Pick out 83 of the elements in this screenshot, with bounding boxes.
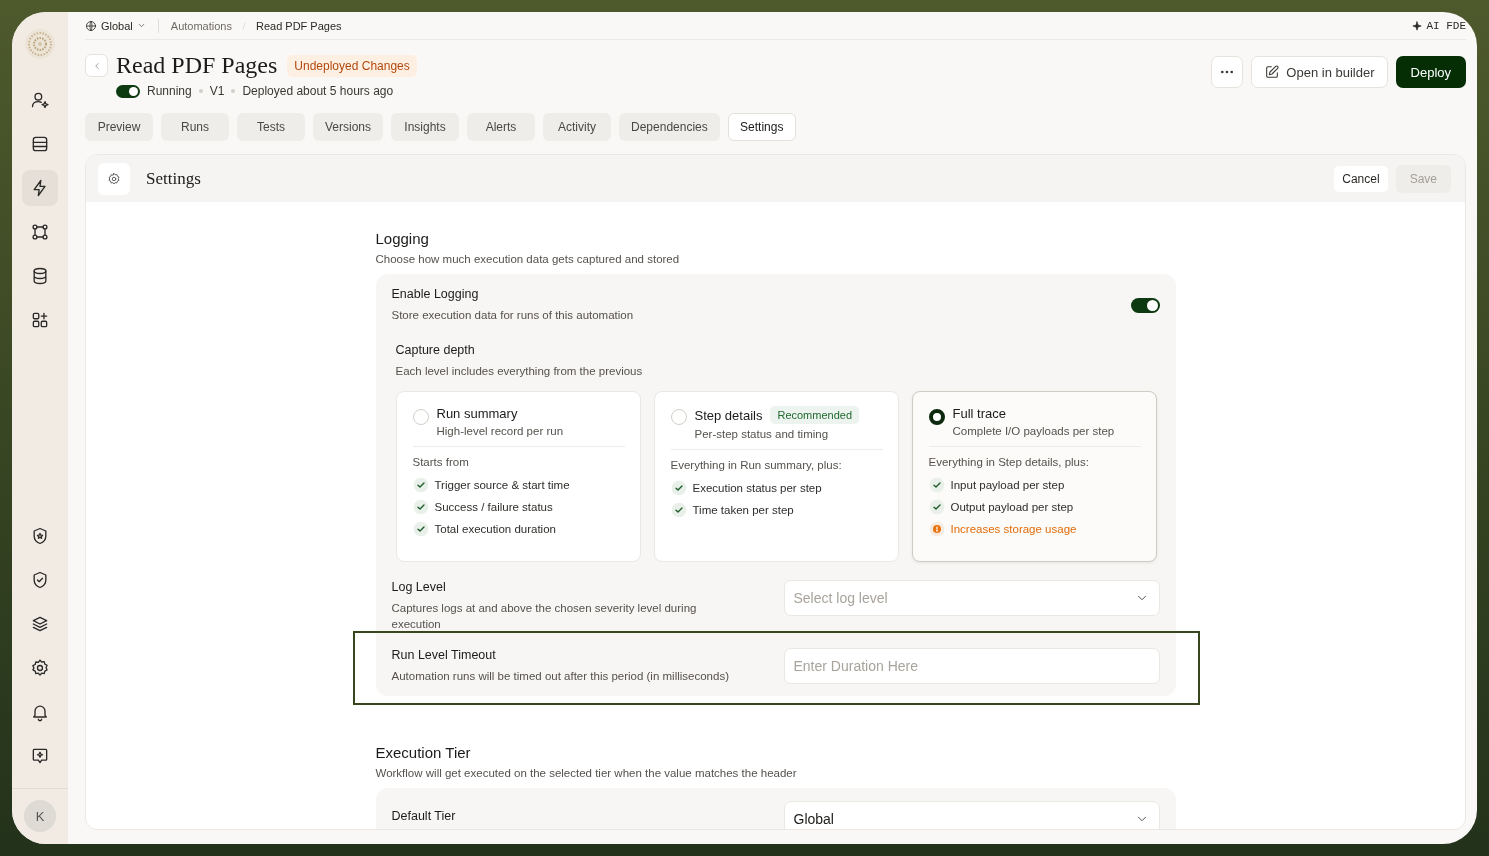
deploy-button[interactable]: Deploy [1395, 56, 1466, 88]
running-toggle[interactable] [116, 84, 140, 98]
logging-toggle[interactable] [1130, 297, 1160, 313]
apps-icon [30, 310, 50, 330]
tab[interactable]: Dependencies [619, 113, 720, 141]
option-title: Full trace [952, 406, 1006, 421]
option-title: Run summary [436, 406, 518, 421]
recommended-badge: Recommended [770, 406, 860, 424]
check-icon [412, 477, 429, 493]
nodes-icon [30, 222, 50, 242]
chat-sparkle-icon [30, 746, 50, 766]
user-avatar[interactable]: K [24, 800, 56, 832]
settings-icon [30, 658, 50, 678]
field-description: Store execution data for runs of this automation [391, 308, 634, 323]
sparkle-icon [1412, 20, 1423, 31]
status-text: Running [147, 84, 192, 98]
option-intro: Everything in Run summary, plus: [670, 459, 843, 471]
option-feature: Increases storage usage [950, 523, 1077, 535]
select-field[interactable]: Global [783, 801, 1160, 829]
option-card[interactable]: Step details Recommended Per-step status and timing Everything in Run summary, plus: Execution status per step Time taken per step [653, 391, 899, 562]
ai-button[interactable]: AI FDE [1412, 19, 1466, 32]
field-label: Run Level Timeout [391, 648, 497, 662]
user-sparkle-icon [30, 90, 50, 110]
radio-button[interactable] [928, 409, 945, 425]
tab[interactable]: Preview [85, 113, 153, 141]
layers-icon [30, 614, 50, 634]
chevron-down-icon [136, 21, 146, 30]
tab[interactable]: Alerts [467, 113, 536, 141]
tab[interactable]: Insights [391, 113, 460, 141]
option-subtitle: Per-step status and timing [694, 428, 830, 440]
option-feature: Total execution duration [434, 523, 556, 535]
deployed-text: Deployed about 5 hours ago [242, 84, 394, 98]
check-icon [412, 521, 429, 537]
tab[interactable]: Settings [727, 113, 796, 141]
option-card[interactable]: Full trace Complete I/O payloads per step Everything in Step details, plus: Input payload per step Output payload per step Increases storage usage [911, 391, 1157, 562]
field-label: Capture depth [395, 343, 476, 357]
option-title: Step details [694, 407, 763, 423]
breadcrumb-link[interactable]: Automations [170, 19, 232, 32]
check-icon [928, 477, 945, 493]
option-subtitle: High-level record per run [436, 425, 564, 437]
settings-icon [107, 171, 121, 186]
section-title: Logging [375, 230, 430, 247]
field-label: Enable Logging [391, 287, 480, 301]
panel-title: Settings [146, 168, 201, 189]
option-card[interactable]: Run summary High-level record per run Starts from Trigger source & start time Success / failure status Total execution duration [395, 391, 641, 562]
option-subtitle: Complete I/O payloads per step [952, 425, 1115, 437]
field-label: Log Level [391, 580, 447, 594]
section-description: Choose how much execution data gets captured and stored [375, 253, 681, 265]
field-description: Automation runs will be timed out after this period (in milliseconds) [391, 669, 729, 684]
warning-icon [928, 521, 945, 537]
page-title: Read PDF Pages [116, 52, 278, 79]
field-description: Each level includes everything from the previous [395, 364, 644, 379]
option-intro: Starts from [412, 456, 470, 468]
check-icon [670, 502, 687, 518]
section-description: Workflow will get executed on the selected tier when the value matches the header [375, 767, 798, 779]
globe-icon [85, 19, 97, 32]
option-feature: Trigger source & start time [434, 479, 570, 491]
input-field[interactable]: Enter Duration Here [783, 648, 1160, 684]
workspace-selector[interactable]: Global [85, 19, 146, 32]
check-icon [670, 480, 687, 496]
card-icon [30, 134, 50, 154]
option-feature: Time taken per step [692, 504, 794, 516]
open-builder-button[interactable]: Open in builder [1251, 56, 1388, 88]
section-title: Execution Tier [375, 744, 472, 761]
status-badge: Undeployed Changes [287, 54, 417, 77]
nav-item[interactable] [22, 170, 58, 206]
breadcrumb-link[interactable]: Read PDF Pages [255, 19, 342, 32]
option-intro: Everything in Step details, plus: [928, 456, 1090, 468]
field-label: Default Tier [391, 809, 456, 823]
option-feature: Output payload per step [950, 501, 1074, 513]
tab[interactable]: Runs [161, 113, 229, 141]
version-text: V1 [209, 84, 225, 98]
tab[interactable]: Tests [237, 113, 305, 141]
check-icon [928, 499, 945, 515]
edit-icon [1264, 64, 1281, 80]
option-feature: Execution status per step [692, 482, 822, 494]
tab[interactable]: Versions [313, 113, 384, 141]
field-description: Captures logs at and above the chosen severity level during execution [391, 601, 698, 632]
option-feature: Input payload per step [950, 479, 1065, 491]
check-icon [412, 499, 429, 515]
option-feature: Success / failure status [434, 501, 553, 513]
cancel-button[interactable]: Cancel [1334, 165, 1388, 192]
tab[interactable]: Activity [543, 113, 612, 141]
